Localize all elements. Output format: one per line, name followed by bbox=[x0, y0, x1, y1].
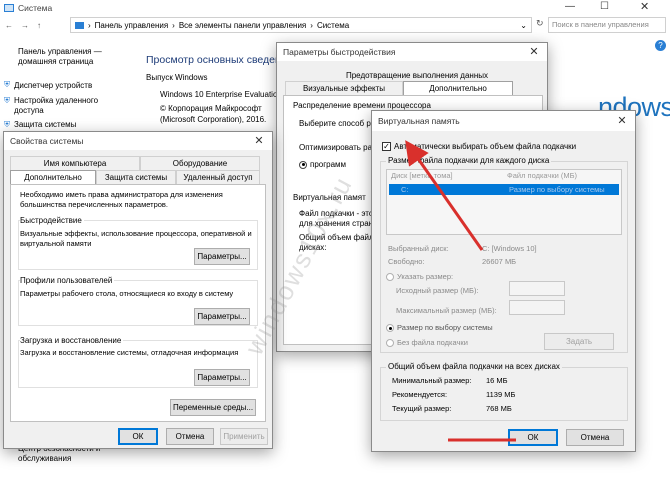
arrow-to-checkbox bbox=[405, 140, 484, 251]
annotation-arrows bbox=[405, 140, 516, 442]
